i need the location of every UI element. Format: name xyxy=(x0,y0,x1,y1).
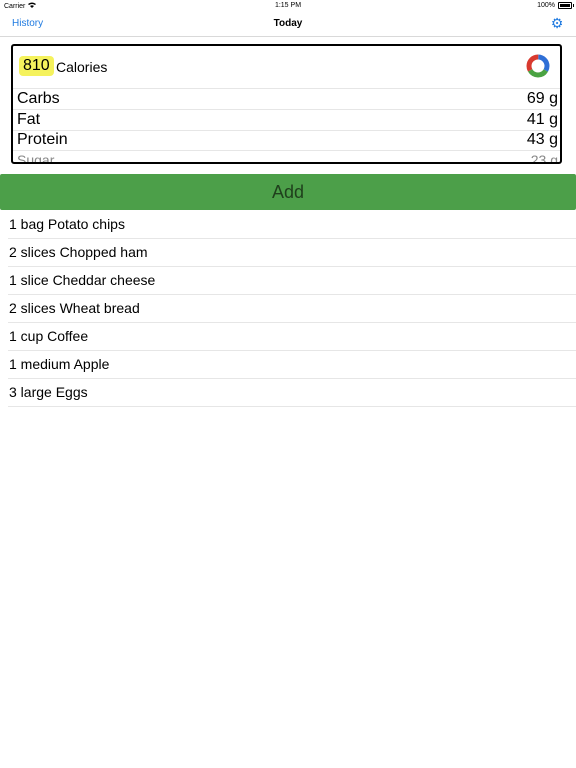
calories-label: Calories xyxy=(56,59,108,75)
macro-name: Fat xyxy=(17,111,41,128)
list-item[interactable]: 1 slice Cheddar cheese xyxy=(8,267,576,295)
macro-value: 41 g xyxy=(526,111,558,128)
macro-value: 69 g xyxy=(526,90,558,107)
macro-row-sugar: Sugar 23 g xyxy=(13,150,560,164)
list-item[interactable]: 2 slices Chopped ham xyxy=(8,239,576,267)
macro-row-carbs: Carbs 69 g xyxy=(13,89,560,110)
list-item[interactable]: 2 slices Wheat bread xyxy=(8,295,576,323)
macro-row-fat: Fat 41 g xyxy=(13,110,560,131)
nutrition-summary[interactable]: 810 Calories Carbs 69 g Fat 41 g Protein… xyxy=(11,44,562,164)
list-item[interactable]: 1 bag Potato chips xyxy=(8,211,576,239)
battery-icon xyxy=(558,2,574,9)
macro-value: 43 g xyxy=(526,131,558,148)
calories-row: 810 Calories xyxy=(13,46,560,89)
add-button[interactable]: Add xyxy=(0,174,576,210)
status-bar: Carrier 1:15 PM 100% xyxy=(0,0,576,12)
battery-indicator: 100% xyxy=(537,2,574,9)
macro-name: Carbs xyxy=(17,90,60,107)
macro-name: Protein xyxy=(17,131,68,148)
list-item[interactable]: 1 medium Apple xyxy=(8,351,576,379)
calories-badge: 810 xyxy=(19,56,54,76)
navigation-bar: History Today ⚙ xyxy=(0,12,576,37)
status-time: 1:15 PM xyxy=(274,2,302,9)
battery-percent: 100% xyxy=(537,2,555,9)
macro-row-protein: Protein 43 g xyxy=(13,130,560,151)
macro-name: Sugar xyxy=(17,152,55,164)
macro-value: 23 g xyxy=(530,152,558,164)
food-entry-list: 1 bag Potato chips 2 slices Chopped ham … xyxy=(8,211,576,407)
gear-icon[interactable]: ⚙ xyxy=(550,16,564,30)
list-item[interactable]: 1 cup Coffee xyxy=(8,323,576,351)
macro-donut-icon xyxy=(526,54,550,78)
page-title: Today xyxy=(273,18,303,29)
list-item[interactable]: 3 large Eggs xyxy=(8,379,576,407)
